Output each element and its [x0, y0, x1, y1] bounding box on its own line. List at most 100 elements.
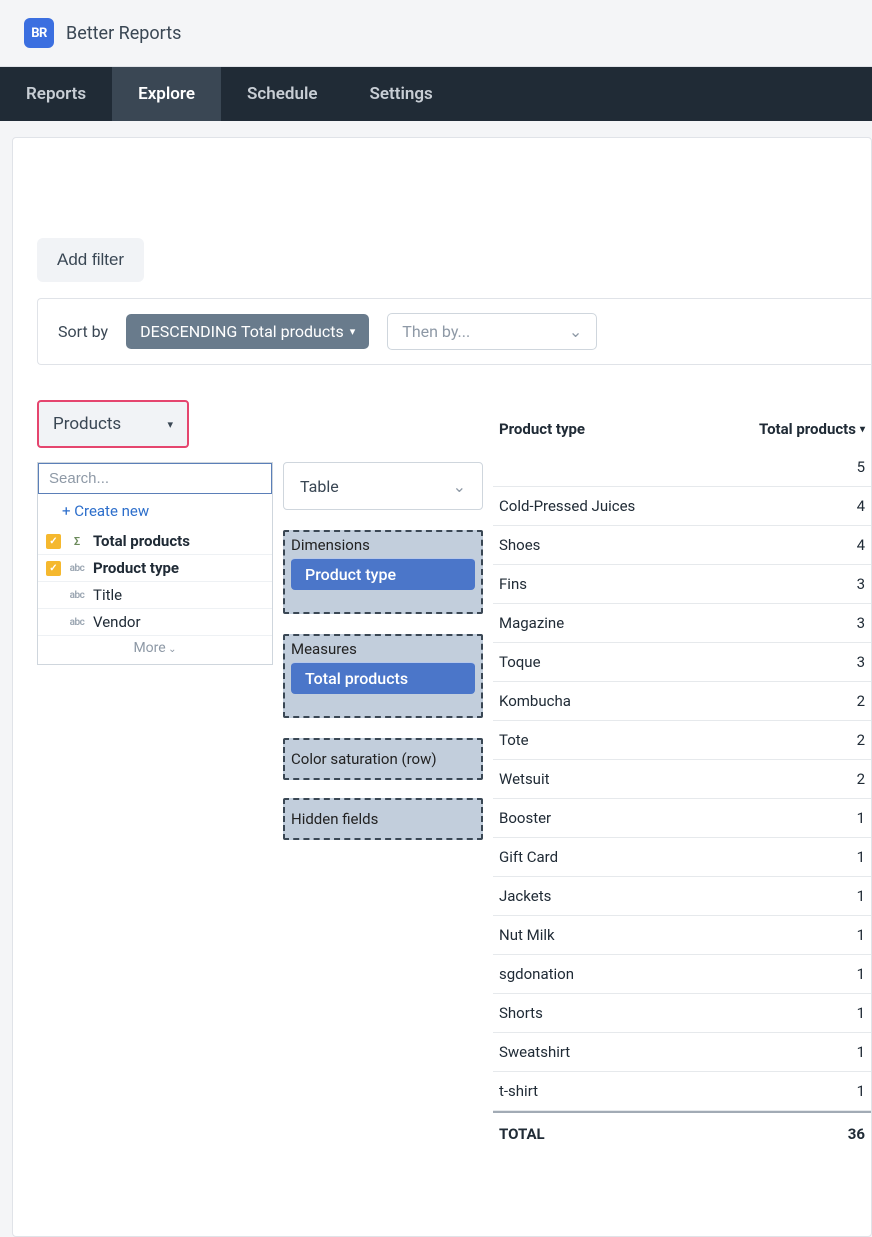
table-row[interactable]: Tote2	[493, 721, 871, 760]
add-filter-button[interactable]: Add filter	[37, 238, 144, 282]
field-row-title[interactable]: abc Title	[38, 582, 272, 609]
table-row[interactable]: Fins3	[493, 565, 871, 604]
cell-product-type: Cold-Pressed Juices	[493, 487, 726, 525]
cell-product-type: Jackets	[493, 877, 726, 915]
table-row[interactable]: Jackets1	[493, 877, 871, 916]
text-type-icon: abc	[67, 590, 87, 601]
nav-settings[interactable]: Settings	[344, 67, 459, 121]
field-row-product-type[interactable]: ✓ abc Product type	[38, 555, 272, 582]
cell-product-type: Kombucha	[493, 682, 726, 720]
table-row[interactable]: t-shirt1	[493, 1072, 871, 1111]
main-nav: Reports Explore Schedule Settings	[0, 67, 872, 121]
table-row[interactable]: Magazine3	[493, 604, 871, 643]
cell-total: 1	[726, 877, 871, 915]
field-row-vendor[interactable]: abc Vendor	[38, 609, 272, 636]
chevron-down-icon: ⌄	[453, 477, 466, 496]
cell-product-type: Tote	[493, 721, 726, 759]
sort-primary-label: DESCENDING Total products	[140, 322, 344, 341]
table-row[interactable]: Shorts1	[493, 994, 871, 1033]
cell-product-type: t-shirt	[493, 1072, 726, 1110]
checkbox-unchecked	[46, 588, 61, 603]
cell-total: 1	[726, 1033, 871, 1071]
column-header-total-products[interactable]: Total products ▾	[726, 410, 871, 448]
cell-product-type: Toque	[493, 643, 726, 681]
cell-total: 4	[726, 526, 871, 564]
table-row[interactable]: Wetsuit2	[493, 760, 871, 799]
visualization-select[interactable]: Table ⌄	[283, 462, 483, 510]
field-label: Vendor	[93, 613, 141, 631]
table-row[interactable]: Shoes4	[493, 526, 871, 565]
cell-product-type: Shorts	[493, 994, 726, 1032]
cell-product-type: Booster	[493, 799, 726, 837]
table-row[interactable]: 5	[493, 448, 871, 487]
cell-total: 3	[726, 565, 871, 603]
more-label: More	[133, 640, 165, 656]
dimension-pill-product-type[interactable]: Product type	[291, 558, 475, 590]
checkbox-checked-icon: ✓	[46, 534, 61, 549]
table-footer: TOTAL 36	[493, 1111, 871, 1155]
cell-total: 1	[726, 838, 871, 876]
cell-total: 5	[726, 448, 871, 486]
source-select[interactable]: Products ▾	[37, 400, 189, 448]
cell-product-type: Fins	[493, 565, 726, 603]
table-body: 5Cold-Pressed Juices4Shoes4Fins3Magazine…	[493, 448, 871, 1111]
sort-label: Sort by	[58, 322, 108, 341]
field-label: Product type	[93, 559, 179, 577]
table-row[interactable]: Booster1	[493, 799, 871, 838]
brand-logo: BR	[24, 18, 54, 48]
sort-then-by[interactable]: Then by... ⌄	[387, 313, 597, 350]
then-by-placeholder: Then by...	[402, 322, 470, 341]
table-row[interactable]: sgdonation1	[493, 955, 871, 994]
zone-title: Measures	[285, 636, 481, 660]
zone-title: Hidden fields	[289, 810, 380, 828]
nav-explore[interactable]: Explore	[112, 67, 221, 121]
cell-product-type	[493, 448, 726, 486]
measure-pill-total-products[interactable]: Total products	[291, 662, 475, 694]
chevron-down-icon: ⌄	[166, 644, 177, 655]
zone-title: Color saturation (row)	[289, 750, 439, 768]
table-row[interactable]: Nut Milk1	[493, 916, 871, 955]
cell-total: 1	[726, 916, 871, 954]
footer-value: 36	[726, 1113, 871, 1155]
table-row[interactable]: Sweatshirt1	[493, 1033, 871, 1072]
measures-zone[interactable]: Measures Total products	[283, 634, 483, 718]
dimensions-zone[interactable]: Dimensions Product type	[283, 530, 483, 614]
cell-total: 1	[726, 994, 871, 1032]
zone-title: Dimensions	[285, 532, 481, 556]
cell-total: 3	[726, 604, 871, 642]
table-row[interactable]: Toque3	[493, 643, 871, 682]
more-fields[interactable]: More ⌄	[38, 636, 272, 664]
field-list: ✓ Σ Total products ✓ abc Product type ab…	[38, 528, 272, 636]
create-new-field[interactable]: + Create new	[38, 494, 272, 528]
text-type-icon: abc	[67, 563, 87, 574]
hidden-fields-zone[interactable]: Hidden fields	[283, 798, 483, 840]
data-table: Product type Total products ▾ 5Cold-Pres…	[493, 410, 871, 1155]
cell-total: 1	[726, 1072, 871, 1110]
cell-total: 1	[726, 955, 871, 993]
checkbox-unchecked	[46, 615, 61, 630]
table-row[interactable]: Cold-Pressed Juices4	[493, 487, 871, 526]
sort-descending-icon: ▾	[860, 424, 865, 435]
table-row[interactable]: Kombucha2	[493, 682, 871, 721]
cell-total: 4	[726, 487, 871, 525]
cell-total: 2	[726, 721, 871, 759]
content-card: Add filter Sort by DESCENDING Total prod…	[12, 137, 872, 1237]
cell-product-type: Gift Card	[493, 838, 726, 876]
table-row[interactable]: Gift Card1	[493, 838, 871, 877]
search-input[interactable]	[38, 463, 272, 494]
cell-product-type: Wetsuit	[493, 760, 726, 798]
field-label: Title	[93, 586, 122, 604]
cell-total: 3	[726, 643, 871, 681]
chevron-down-icon: ⌄	[569, 322, 582, 341]
field-row-total-products[interactable]: ✓ Σ Total products	[38, 528, 272, 555]
nav-schedule[interactable]: Schedule	[221, 67, 344, 121]
nav-reports[interactable]: Reports	[0, 67, 112, 121]
sort-primary[interactable]: DESCENDING Total products ▾	[126, 314, 369, 349]
color-saturation-zone[interactable]: Color saturation (row)	[283, 738, 483, 780]
field-label: Total products	[93, 532, 190, 550]
caret-down-icon: ▾	[167, 418, 173, 431]
cell-total: 2	[726, 760, 871, 798]
column-header-label: Total products	[759, 420, 856, 438]
visualization-label: Table	[300, 477, 339, 496]
column-header-product-type[interactable]: Product type	[493, 410, 726, 448]
